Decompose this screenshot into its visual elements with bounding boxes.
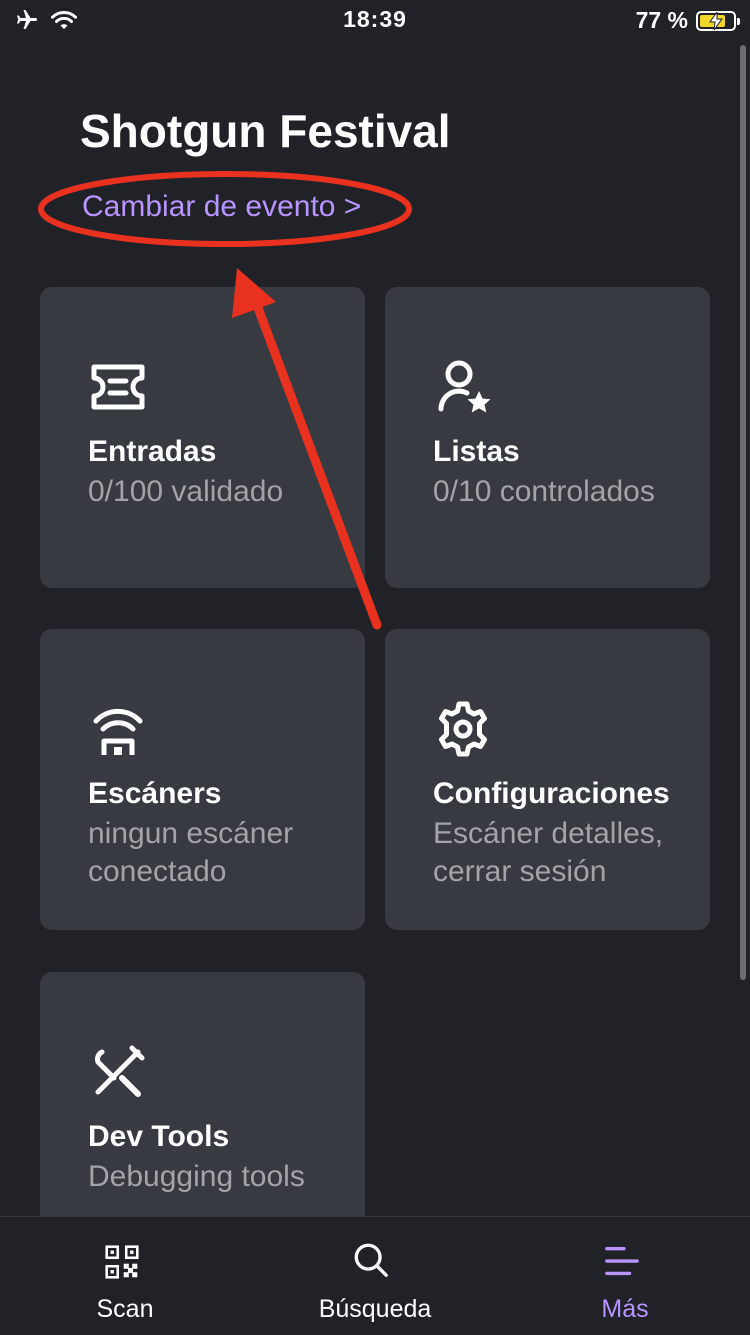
tab-bar: Scan Búsqueda Más: [0, 1216, 750, 1335]
card-label: Dev Tools: [88, 1120, 230, 1153]
card-subtitle: Debugging tools: [88, 1160, 305, 1193]
card-label: Configuraciones: [433, 777, 670, 810]
battery-percentage: 77 %: [635, 7, 688, 33]
tab-label: Más: [601, 1295, 649, 1323]
search-icon: [354, 1243, 388, 1277]
card-dev-tools[interactable]: Dev Tools Debugging tools: [40, 972, 365, 1232]
card-subtitle: 0/100 validado: [88, 475, 284, 508]
change-event-link[interactable]: Cambiar de evento >: [82, 190, 361, 224]
gear-icon: [439, 701, 487, 757]
card-label: Entradas: [88, 435, 217, 468]
card-escaners[interactable]: Escáners ningun escáner conectado: [40, 629, 365, 930]
tab-label: Búsqueda: [318, 1295, 432, 1323]
status-bar: 18:39 77 %: [0, 0, 750, 42]
tab-scan[interactable]: Scan: [0, 1217, 250, 1335]
card-subtitle: 0/10 controlados: [433, 475, 655, 508]
status-right: 77 %: [635, 7, 740, 34]
card-subtitle: ningun escáner conectado: [88, 817, 294, 888]
user-star-icon: [438, 360, 491, 413]
scrollbar[interactable]: [740, 45, 746, 980]
ticket-icon: [91, 364, 145, 410]
tab-mas[interactable]: Más: [500, 1217, 750, 1335]
card-listas[interactable]: Listas 0/10 controlados: [385, 287, 710, 588]
card-configuraciones[interactable]: Configuraciones Escáner detalles, cerrar…: [385, 629, 710, 930]
qr-code-icon: [105, 1245, 139, 1279]
charging-bolt-icon: [709, 11, 723, 30]
scanner-icon: [93, 708, 143, 755]
card-label: Listas: [433, 435, 520, 468]
tab-busqueda[interactable]: Búsqueda: [250, 1217, 500, 1335]
tab-label: Scan: [96, 1295, 154, 1323]
card-label: Escáners: [88, 777, 222, 810]
card-subtitle: Escáner detalles, cerrar sesión: [433, 817, 664, 888]
battery-charging-icon: [696, 10, 740, 31]
event-title: Shotgun Festival: [80, 105, 451, 157]
menu-icon: [605, 1247, 639, 1276]
tools-icon: [95, 1045, 145, 1097]
card-entradas[interactable]: Entradas 0/100 validado: [40, 287, 365, 588]
